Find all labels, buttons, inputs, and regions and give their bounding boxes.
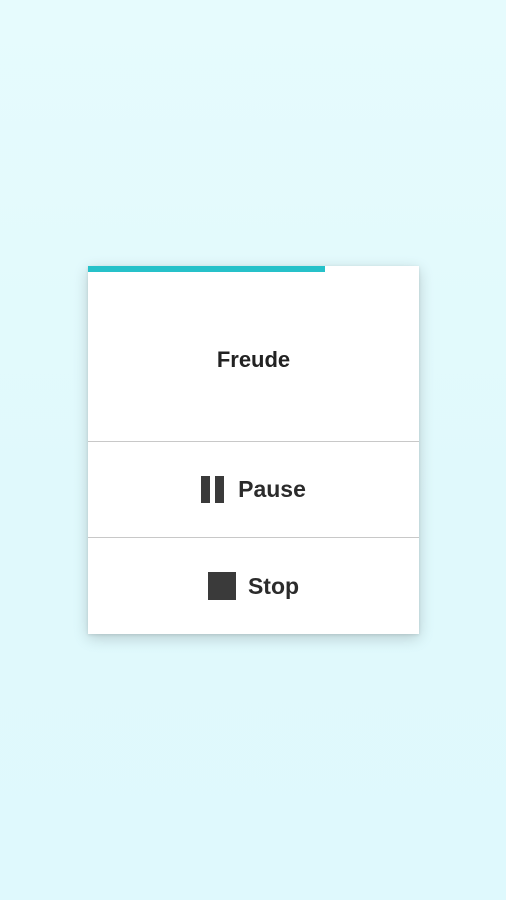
pause-button[interactable]: Pause: [88, 442, 419, 537]
stop-button[interactable]: Stop: [88, 538, 419, 634]
title-area: Freude: [88, 272, 419, 442]
stop-icon: [207, 572, 236, 600]
player-card: Freude Pause Stop: [88, 266, 419, 634]
pause-label: Pause: [238, 476, 306, 502]
stop-label: Stop: [247, 572, 300, 599]
track-title: Freude: [216, 347, 291, 372]
pause-icon: [201, 476, 225, 503]
